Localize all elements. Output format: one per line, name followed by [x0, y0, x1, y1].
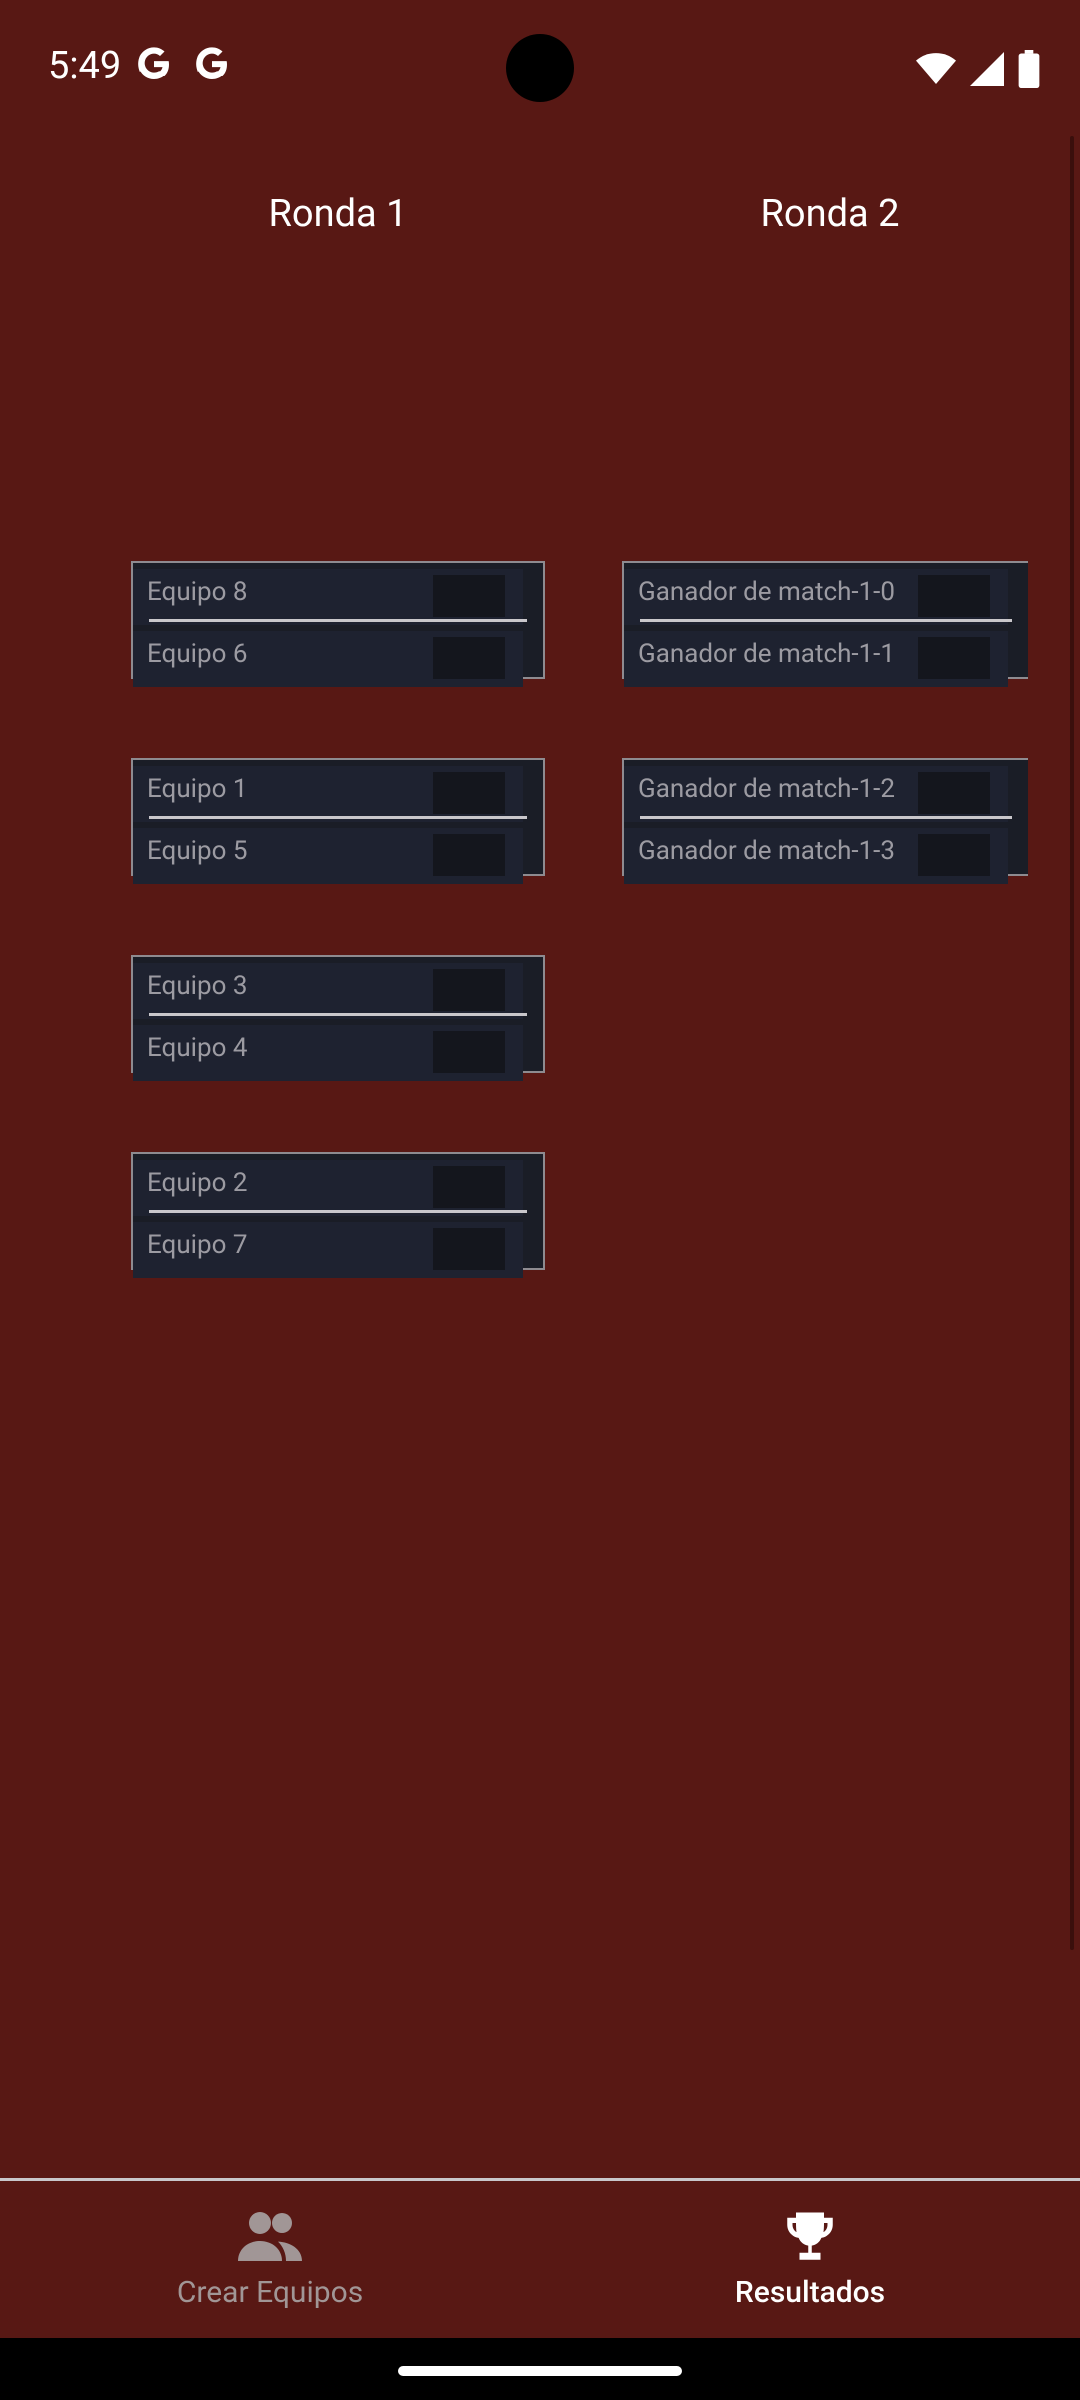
nav-item-resultados[interactable]: Resultados [540, 2181, 1080, 2341]
divider [149, 1013, 527, 1016]
score-field[interactable] [433, 834, 505, 876]
status-time: 5:49 [48, 44, 122, 88]
system-icons [916, 50, 1040, 88]
score-field[interactable] [433, 969, 505, 1011]
team-name: Equipo 8 [147, 577, 248, 607]
trophy-icon [787, 2212, 833, 2260]
google-icon [138, 47, 169, 79]
battery-icon [1018, 50, 1040, 88]
team-slot[interactable]: Equipo 8 [133, 569, 543, 625]
team-name: Ganador de match-1-1 [638, 639, 895, 669]
bottom-navigation: Crear Equipos Resultados [0, 2178, 1080, 2341]
team-slot[interactable]: Ganador de match-1-3 [624, 828, 1028, 884]
score-field[interactable] [433, 772, 505, 814]
team-name: Ganador de match-1-3 [638, 836, 895, 866]
team-slot[interactable]: Equipo 4 [133, 1025, 543, 1081]
team-name: Equipo 3 [147, 971, 248, 1001]
team-name: Equipo 6 [147, 639, 248, 669]
scroll-indicator[interactable] [1070, 136, 1074, 1950]
home-gesture-pill[interactable] [398, 2366, 682, 2376]
team-slot[interactable]: Equipo 1 [133, 766, 543, 822]
match-card-r1-0[interactable]: Equipo 8 Equipo 6 [131, 561, 545, 687]
score-field[interactable] [918, 834, 990, 876]
team-name: Ganador de match-1-0 [638, 577, 895, 607]
wifi-icon [916, 53, 956, 84]
match-card-r1-1[interactable]: Equipo 1 Equipo 5 [131, 758, 545, 884]
round-1-title: Ronda 1 [268, 192, 408, 236]
match-card-r2-0[interactable]: Ganador de match-1-0 Ganador de match-1-… [622, 561, 1028, 687]
gesture-navigation-area [0, 2338, 1080, 2400]
team-name: Equipo 7 [147, 1230, 248, 1260]
score-field[interactable] [433, 1228, 505, 1270]
team-slot[interactable]: Equipo 6 [133, 631, 543, 687]
divider [149, 1210, 527, 1213]
nav-item-crear-equipos[interactable]: Crear Equipos [0, 2181, 540, 2341]
nav-label-crear-equipos: Crear Equipos [176, 2275, 364, 2310]
team-slot[interactable]: Equipo 7 [133, 1222, 543, 1278]
match-card-r1-3[interactable]: Equipo 2 Equipo 7 [131, 1152, 545, 1278]
team-slot[interactable]: Equipo 3 [133, 963, 543, 1019]
team-name: Equipo 1 [147, 774, 248, 804]
signal-icon [970, 52, 1004, 86]
team-slot[interactable]: Ganador de match-1-1 [624, 631, 1028, 687]
score-field[interactable] [918, 575, 990, 617]
score-field[interactable] [918, 772, 990, 814]
divider [149, 816, 527, 819]
score-field[interactable] [433, 637, 505, 679]
match-card-r1-2[interactable]: Equipo 3 Equipo 4 [131, 955, 545, 1081]
team-slot[interactable]: Equipo 5 [133, 828, 543, 884]
score-field[interactable] [433, 1031, 505, 1073]
team-name: Equipo 2 [147, 1168, 248, 1198]
team-name: Equipo 4 [147, 1033, 248, 1063]
team-slot[interactable]: Ganador de match-1-2 [624, 766, 1028, 822]
team-slot[interactable]: Ganador de match-1-0 [624, 569, 1028, 625]
google-icon [196, 47, 227, 79]
match-card-r2-1[interactable]: Ganador de match-1-2 Ganador de match-1-… [622, 758, 1028, 884]
score-field[interactable] [918, 637, 990, 679]
team-name: Ganador de match-1-2 [638, 774, 895, 804]
divider [640, 816, 1012, 819]
divider [640, 619, 1012, 622]
team-slot[interactable]: Equipo 2 [133, 1160, 543, 1216]
team-name: Equipo 5 [147, 836, 248, 866]
people-icon [238, 2212, 302, 2261]
score-field[interactable] [433, 1166, 505, 1208]
score-field[interactable] [433, 575, 505, 617]
nav-label-resultados: Resultados [734, 2275, 886, 2310]
round-2-title: Ronda 2 [760, 192, 900, 236]
camera-cutout [506, 34, 574, 102]
status-bar: 5:49 [0, 0, 1080, 136]
divider [149, 619, 527, 622]
